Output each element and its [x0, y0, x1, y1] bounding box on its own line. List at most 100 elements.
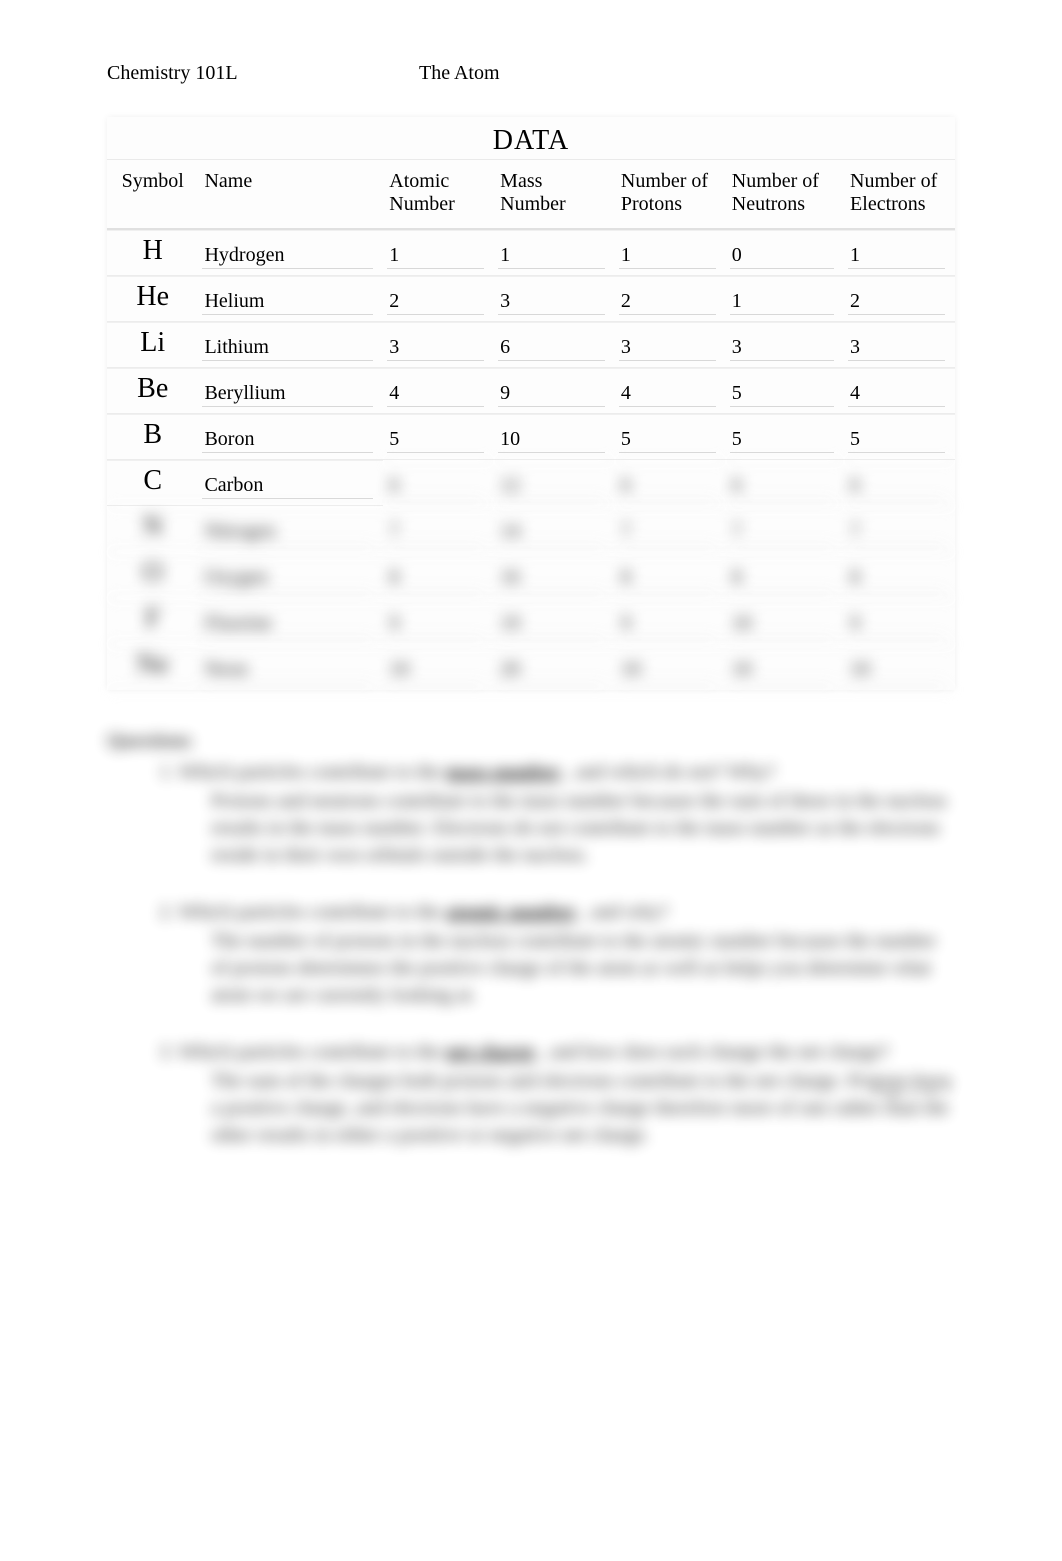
cell-symbol: C: [107, 460, 198, 506]
cell-electrons: 1: [844, 230, 955, 276]
cell-protons: 9: [615, 598, 726, 644]
question-answer: Protons and neutrons contribute to the m…: [211, 788, 955, 869]
cell-name: Fluorine: [198, 598, 383, 644]
cell-atomic-number: 7: [383, 506, 494, 552]
cell-symbol: O: [107, 552, 198, 598]
table-row: Ne Neon 10 20 10 10 10: [107, 644, 955, 690]
cell-neutrons: 7: [726, 506, 844, 552]
cell-electrons: 7: [844, 506, 955, 552]
question-answer: The sum of the charges both protons and …: [211, 1068, 955, 1149]
table-row: N Nitrogen 7 14 7 7 7: [107, 506, 955, 552]
cell-protons: 2: [615, 276, 726, 322]
cell-electrons: 6: [844, 460, 955, 506]
question-number: 1.: [159, 761, 174, 783]
table-title: DATA: [107, 117, 955, 160]
cell-electrons: 10: [844, 644, 955, 690]
table-row: H Hydrogen 1 1 1 0 1: [107, 230, 955, 276]
cell-neutrons: 5: [726, 414, 844, 460]
question-item: 1. Which particles contribute to the mas…: [159, 759, 955, 869]
cell-electrons: 9: [844, 598, 955, 644]
question-number: 3.: [159, 1041, 174, 1063]
question-term: mass number: [446, 761, 561, 783]
question-prompt-post: , and how does each change the net charg…: [540, 1041, 889, 1063]
table-row: B Boron 5 10 5 5 5: [107, 414, 955, 460]
cell-protons: 8: [615, 552, 726, 598]
cell-name: Hydrogen: [198, 230, 383, 276]
cell-name: Beryllium: [198, 368, 383, 414]
cell-atomic-number: 9: [383, 598, 494, 644]
cell-atomic-number: 1: [383, 230, 494, 276]
cell-mass-number: 6: [494, 322, 615, 368]
cell-protons: 1: [615, 230, 726, 276]
cell-mass-number: 10: [494, 414, 615, 460]
questions-section: Questions 1. Which particles contribute …: [107, 730, 955, 1149]
cell-symbol: He: [107, 276, 198, 322]
question-prompt-post: , and which do not? Why?: [566, 761, 776, 783]
question-item: 3. Which particles contribute to the net…: [159, 1039, 955, 1149]
cell-symbol: Ne: [107, 644, 198, 690]
cell-mass-number: 12: [494, 460, 615, 506]
question-prompt-pre: Which particles contribute to the: [179, 761, 446, 783]
cell-atomic-number: 5: [383, 414, 494, 460]
question-term: net charge: [446, 1041, 535, 1063]
question-item: 2. Which particles contribute to the ato…: [159, 899, 955, 1009]
cell-name: Lithium: [198, 322, 383, 368]
cell-atomic-number: 2: [383, 276, 494, 322]
cell-neutrons: 10: [726, 598, 844, 644]
table-row: He Helium 2 3 2 1 2: [107, 276, 955, 322]
cell-mass-number: 3: [494, 276, 615, 322]
cell-neutrons: 5: [726, 368, 844, 414]
cell-name: Oxygen: [198, 552, 383, 598]
cell-name: Carbon: [198, 460, 383, 506]
table-row: Be Beryllium 4 9 4 5 4: [107, 368, 955, 414]
cell-protons: 5: [615, 414, 726, 460]
cell-neutrons: 6: [726, 460, 844, 506]
cell-mass-number: 9: [494, 368, 615, 414]
cell-symbol: H: [107, 230, 198, 276]
cell-electrons: 3: [844, 322, 955, 368]
cell-neutrons: 8: [726, 552, 844, 598]
cell-atomic-number: 4: [383, 368, 494, 414]
cell-atomic-number: 6: [383, 460, 494, 506]
cell-name: Nitrogen: [198, 506, 383, 552]
cell-symbol: B: [107, 414, 198, 460]
question-prompt-pre: Which particles contribute to the: [179, 1041, 446, 1063]
table-row: O Oxygen 8 16 8 8 8: [107, 552, 955, 598]
col-header-protons: Number of Protons: [615, 160, 726, 230]
data-table: DATA Symbol Name Atomic Number Mass Numb…: [107, 117, 955, 690]
col-header-name: Name: [198, 160, 383, 230]
cell-symbol: N: [107, 506, 198, 552]
cell-symbol: F: [107, 598, 198, 644]
question-number: 2.: [159, 901, 174, 923]
cell-neutrons: 10: [726, 644, 844, 690]
header-title: The Atom: [419, 62, 955, 85]
cell-symbol: Be: [107, 368, 198, 414]
table-header-row: Symbol Name Atomic Number Mass Number Nu…: [107, 160, 955, 230]
cell-protons: 3: [615, 322, 726, 368]
cell-protons: 7: [615, 506, 726, 552]
cell-atomic-number: 10: [383, 644, 494, 690]
table-row: F Fluorine 9 19 9 10 9: [107, 598, 955, 644]
page-number: Page 2 of 7: [871, 1080, 952, 1101]
cell-name: Helium: [198, 276, 383, 322]
cell-electrons: 5: [844, 414, 955, 460]
cell-mass-number: 16: [494, 552, 615, 598]
col-header-electrons: Number of Electrons: [844, 160, 955, 230]
col-header-symbol: Symbol: [107, 160, 198, 230]
question-answer: The number of protons in the nucleus con…: [211, 928, 955, 1009]
cell-atomic-number: 8: [383, 552, 494, 598]
cell-mass-number: 14: [494, 506, 615, 552]
questions-heading: Questions: [107, 730, 955, 753]
cell-name: Boron: [198, 414, 383, 460]
cell-electrons: 2: [844, 276, 955, 322]
document-header: Chemistry 101L The Atom: [107, 62, 955, 85]
question-prompt-post: , and why?: [581, 901, 668, 923]
cell-protons: 6: [615, 460, 726, 506]
cell-atomic-number: 3: [383, 322, 494, 368]
cell-mass-number: 20: [494, 644, 615, 690]
table-row: C Carbon 6 12 6 6 6: [107, 460, 955, 506]
cell-neutrons: 1: [726, 276, 844, 322]
cell-neutrons: 0: [726, 230, 844, 276]
table-row: Li Lithium 3 6 3 3 3: [107, 322, 955, 368]
cell-neutrons: 3: [726, 322, 844, 368]
